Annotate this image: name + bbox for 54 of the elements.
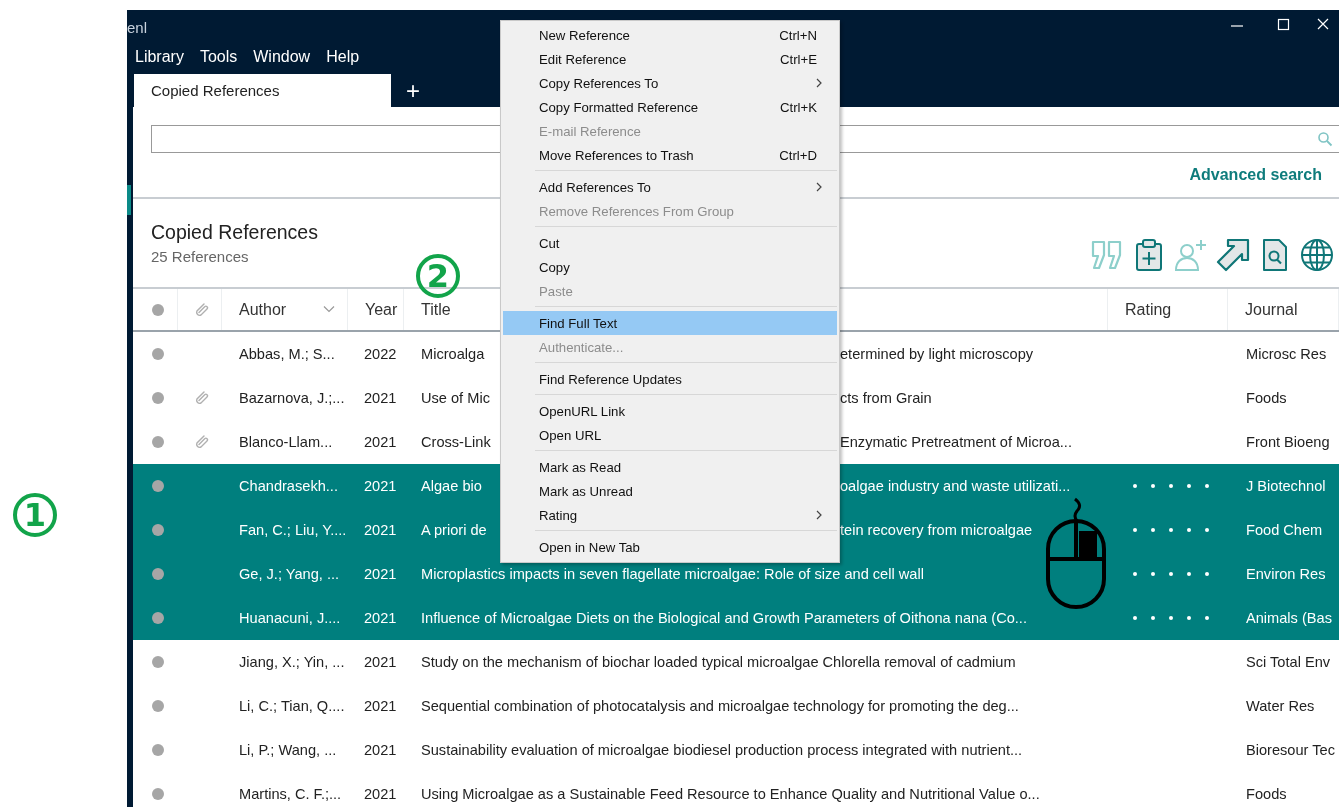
title-text: A priori de [421, 522, 487, 538]
window-title: enl [127, 18, 148, 36]
title-text: oalgae industry and waste utilizati... [840, 478, 1071, 494]
journal-text: Foods [1246, 786, 1287, 802]
author-text: Ge, J.; Yang, ... [239, 566, 340, 582]
journal-text: Foods [1246, 390, 1287, 406]
group-title: Copied References [151, 221, 318, 244]
author-text: Fan, C.; Liu, Y.... [239, 522, 347, 538]
year-text: 2021 [364, 742, 397, 758]
journal-text: Food Chem [1246, 522, 1323, 538]
title-text: cts from Grain [840, 390, 932, 406]
title-text: Study on the mechanism of biochar loaded typical microalgae Chlorella removal of cadmium [421, 654, 1016, 670]
author-text: Chandrasekh... [239, 478, 338, 494]
title-text: Algae bio [421, 478, 482, 494]
title-text: tein recovery from microalgae [840, 522, 1033, 538]
title-text: Influence of Microalgae Diets on the Biological and Growth Parameters of Oithona nana (Co... [421, 610, 1027, 626]
title-text: Sustainability evaluation of microalgae biodiesel production process integrated with nutrient... [421, 742, 1023, 758]
author-text: Martins, C. F.;... [239, 786, 342, 802]
journal-text: Sci Total Env [1246, 654, 1331, 670]
journal-text: Bioresour Tec [1246, 742, 1335, 758]
title-text: Using Microalgae as a Sustainable Feed Resource to Enhance Quality and Nutritional Value o... [421, 786, 1040, 802]
author-text: Abbas, M.; S... [239, 346, 335, 362]
journal-text: Water Res [1246, 698, 1315, 714]
year-text: 2021 [364, 390, 397, 406]
year-text: 2021 [364, 566, 397, 582]
year-text: 2021 [364, 434, 397, 450]
title-text: Microplastics impacts in seven flagellate microalgae: Role of size and cell wall [421, 566, 924, 582]
journal-text: J Biotechnol [1246, 478, 1326, 494]
author-text: Jiang, X.; Yin, ... [239, 654, 345, 670]
year-text: 2021 [364, 478, 397, 494]
title-text: Use of Mic [421, 390, 490, 406]
year-text: 2021 [364, 610, 397, 626]
title-text: Cross-Link [421, 434, 491, 450]
annotation-number: 1 [13, 493, 57, 537]
author-text: Blanco-Llam... [239, 434, 333, 450]
journal-text: Microsc Res [1246, 346, 1327, 362]
reference-count: 25 References [151, 248, 249, 265]
journal-text: Animals (Bas [1246, 610, 1332, 626]
title-text: etermined by light microscopy [840, 346, 1034, 362]
journal-text: Environ Res [1246, 566, 1326, 582]
title-text: Sequential combination of photocatalysis and microalgae technology for promoting the deg... [421, 698, 1019, 714]
year-text: 2022 [364, 346, 397, 362]
annotation-number: 2 [416, 254, 460, 298]
title-text: Microalga [421, 346, 485, 362]
author-text: Huanacuni, J.... [239, 610, 341, 626]
year-text: 2021 [364, 654, 397, 670]
journal-text: Front Bioeng [1246, 434, 1330, 450]
author-text: Li, P.; Wang, ... [239, 742, 337, 758]
year-text: 2021 [364, 698, 397, 714]
author-text: Li, C.; Tian, Q.... [239, 698, 345, 714]
author-text: Bazarnova, J.;... [239, 390, 345, 406]
year-text: 2021 [364, 786, 397, 802]
title-text: Enzymatic Pretreatment of Microa... [840, 434, 1072, 450]
year-text: 2021 [364, 522, 397, 538]
